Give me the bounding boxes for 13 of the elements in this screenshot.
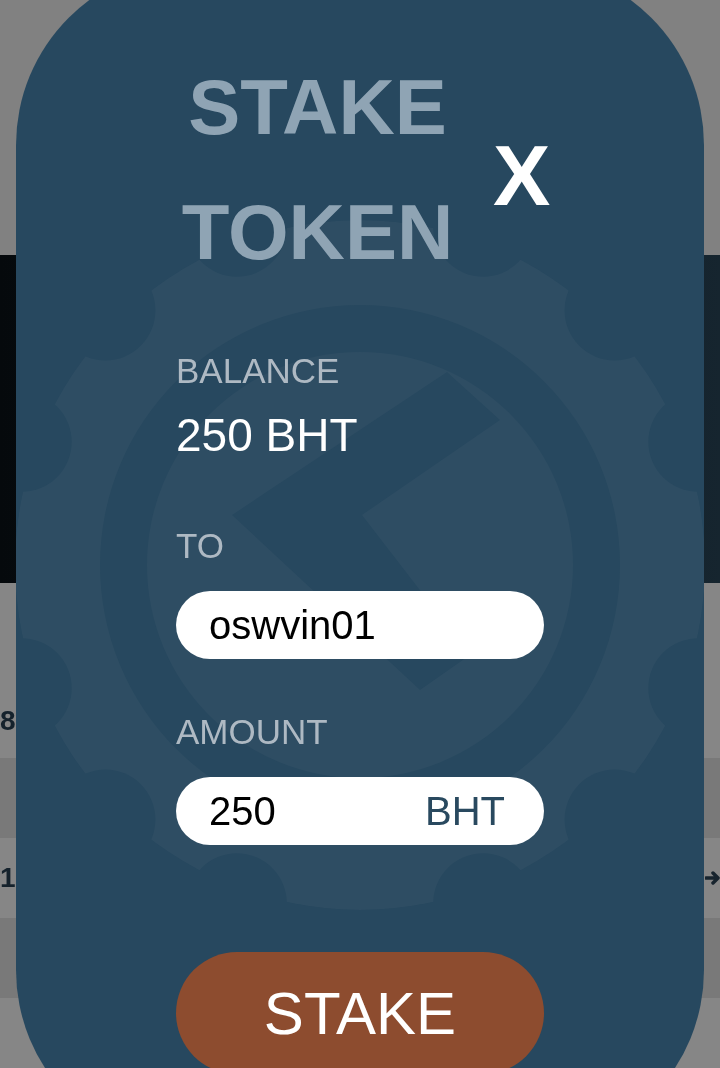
dialog-title: STAKE TOKEN	[180, 62, 455, 278]
field-label: AMOUNT	[176, 712, 329, 752]
row-text: 8	[0, 704, 16, 737]
balance-value: 250 BHT	[176, 408, 359, 462]
close-button[interactable]: X	[493, 132, 551, 218]
recipient-field[interactable]: oswvin01	[176, 591, 544, 659]
row-text: 1	[0, 862, 16, 894]
unit-label: BHT	[425, 788, 505, 835]
field-label: BALANCE	[176, 351, 341, 391]
field-label: TO	[176, 526, 225, 566]
stake-button[interactable]: STAKE	[176, 952, 544, 1068]
arrow-right-icon	[705, 870, 720, 886]
amount-field[interactable]: 250 BHT	[176, 777, 544, 845]
